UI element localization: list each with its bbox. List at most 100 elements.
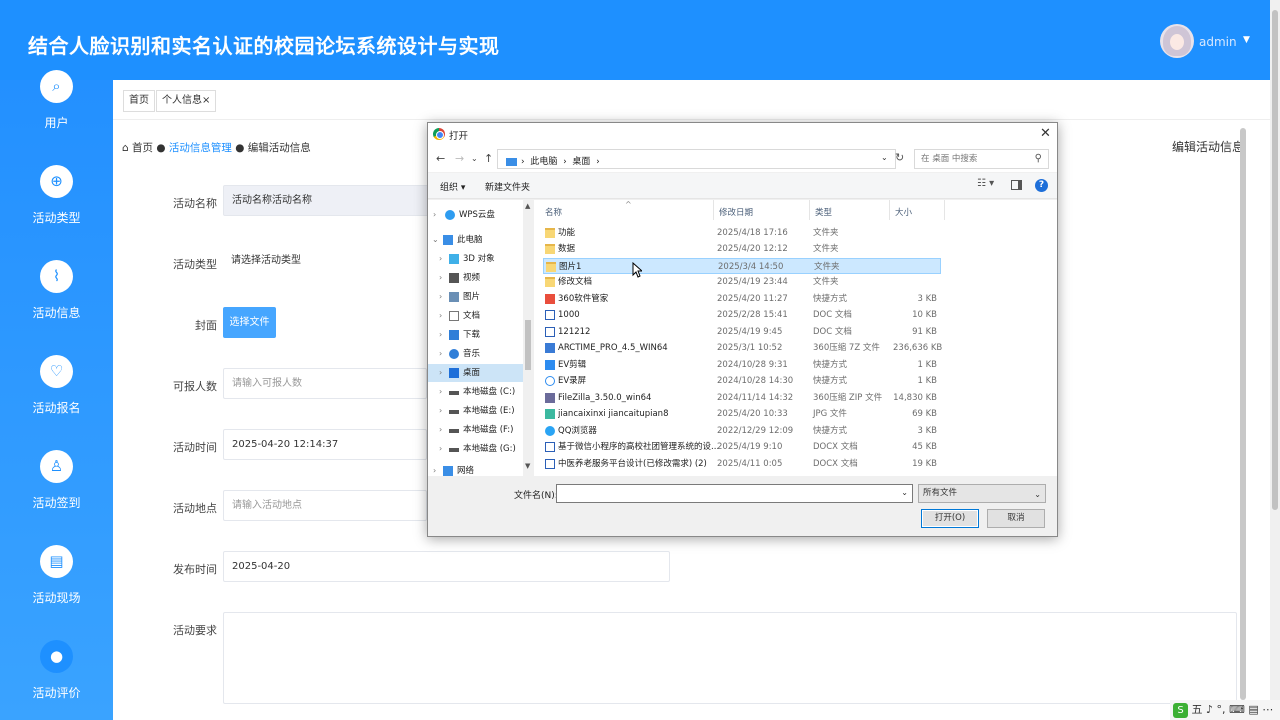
file-row[interactable]: EV录屏 2024/10/28 14:30 快捷方式 1 KB	[543, 373, 941, 389]
activity-time-input[interactable]: 2025-04-20 12:14:37	[223, 429, 427, 460]
preview-pane-icon[interactable]	[1011, 180, 1022, 190]
drive-icon	[449, 448, 459, 452]
sidebar-item-activity-scene[interactable]: ▤ 活动现场	[0, 535, 113, 625]
search-input[interactable]: 在 桌面 中搜索 ⚲	[914, 149, 1049, 169]
breadcrumb-section[interactable]: 活动信息管理	[169, 142, 232, 154]
sidebar-item-label: 活动评价	[32, 686, 81, 700]
file-row[interactable]: EV剪辑 2024/10/28 9:31 快捷方式 1 KB	[543, 357, 941, 373]
help-icon[interactable]: ?	[1035, 179, 1048, 192]
location-input[interactable]: 请输入活动地点	[223, 490, 427, 521]
column-name[interactable]: 名称	[545, 206, 562, 218]
column-type[interactable]: 类型	[815, 206, 832, 218]
file-row-selected[interactable]: 图片1 2025/3/4 14:50 文件夹	[543, 258, 941, 274]
tree-item-wps[interactable]: › WPS云盘	[428, 206, 523, 224]
sidebar-item-label: 活动报名	[32, 401, 81, 415]
video-icon	[449, 273, 459, 283]
file-row[interactable]: 数据 2025/4/20 12:12 文件夹	[543, 241, 941, 257]
doc-icon	[545, 310, 555, 320]
view-options-icon[interactable]: ☷ ▾	[977, 178, 994, 189]
publish-time-input[interactable]: 2025-04-20	[223, 551, 670, 582]
sidebar-item-activity-info[interactable]: ⌇ 活动信息	[0, 250, 113, 340]
tree-item-documents[interactable]: › 文档	[428, 307, 523, 325]
app-title: 结合人脸识别和实名认证的校园论坛系统设计与实现	[28, 34, 500, 58]
chevron-down-icon[interactable]: ⌄	[901, 488, 908, 497]
breadcrumb: ⌂ 首页 ● 活动信息管理 ● 编辑活动信息	[122, 140, 311, 155]
tree-item-desktop[interactable]: › 桌面	[428, 364, 523, 382]
tree-item-3d[interactable]: › 3D 对象	[428, 250, 523, 268]
open-button[interactable]: 打开(O)	[921, 509, 979, 528]
sidebar-item-activity-review[interactable]: ● 活动评价	[0, 630, 113, 720]
tree-item-pictures[interactable]: › 图片	[428, 288, 523, 306]
file-row[interactable]: 360软件管家 2025/4/20 11:27 快捷方式 3 KB	[543, 291, 941, 307]
filename-label: 文件名(N):	[514, 491, 558, 501]
drive-icon	[449, 410, 459, 414]
new-folder-button[interactable]: 新建文件夹	[485, 180, 530, 193]
ime-toolbar[interactable]: S 五 ♪ °, ⌨ ▤ ⋯	[1170, 700, 1280, 720]
tree-item-drive-e[interactable]: › 本地磁盘 (E:)	[428, 402, 523, 420]
breadcrumb-home[interactable]: 首页	[132, 142, 153, 154]
home-icon[interactable]: ⌂	[122, 142, 129, 154]
tree-item-drive-c[interactable]: › 本地磁盘 (C:)	[428, 383, 523, 401]
tree-item-downloads[interactable]: › 下载	[428, 326, 523, 344]
file-row[interactable]: 中医养老服务平台设计(已修改需求) (2) 2025/4/11 0:05 DOCX …	[543, 456, 941, 472]
filetype-select[interactable]: 所有文件 ⌄	[918, 484, 1046, 503]
chevron-down-icon[interactable]: ⌄	[881, 153, 888, 162]
requirement-textarea[interactable]	[223, 612, 1237, 704]
file-row[interactable]: 修改文档 2025/4/19 23:44 文件夹	[543, 274, 941, 290]
docx-icon	[545, 442, 555, 452]
tree-scrollbar[interactable]: ▲ ▼	[523, 200, 533, 476]
tree-item-drive-f[interactable]: › 本地磁盘 (F:)	[428, 421, 523, 439]
sidebar-item-activity-type[interactable]: ⊕ 活动类型	[0, 155, 113, 245]
column-date[interactable]: 修改日期	[719, 206, 753, 218]
file-row[interactable]: QQ浏览器 2022/12/29 12:09 快捷方式 3 KB	[543, 423, 941, 439]
file-row[interactable]: 功能 2025/4/18 17:16 文件夹	[543, 225, 941, 241]
organize-button[interactable]: 组织 ▾	[440, 180, 465, 193]
cancel-button[interactable]: 取消	[987, 509, 1045, 528]
comment-icon: ●	[40, 640, 73, 673]
window-scrollbar[interactable]	[1270, 0, 1280, 720]
column-size[interactable]: 大小	[895, 206, 912, 218]
address-root[interactable]: 此电脑	[530, 157, 557, 167]
choose-file-button[interactable]: 选择文件	[223, 307, 276, 338]
tree-item-music[interactable]: › 音乐	[428, 345, 523, 363]
file-row[interactable]: ARCTIME_PRO_4.5_WIN64 2025/3/1 10:52 360压缩…	[543, 340, 942, 356]
field-label: 活动类型	[173, 258, 217, 271]
forward-icon[interactable]: →	[455, 152, 464, 165]
sidebar-item-activity-signup[interactable]: ♡ 活动报名	[0, 345, 113, 435]
tree-item-this-pc[interactable]: ⌄ 此电脑	[428, 231, 523, 249]
app-shortcut-icon	[545, 426, 555, 436]
sidebar-item-label: 活动现场	[32, 591, 81, 605]
folder-icon	[545, 277, 555, 287]
up-icon[interactable]: ↑	[484, 152, 493, 165]
field-label: 可报人数	[173, 380, 217, 393]
search-placeholder: 在 桌面 中搜索	[921, 154, 978, 164]
content-scrollbar[interactable]	[1240, 128, 1246, 700]
history-dropdown-icon[interactable]: ⌄	[471, 154, 478, 163]
refresh-icon[interactable]: ↻	[895, 151, 904, 164]
file-row[interactable]: 121212 2025/4/19 9:45 DOC 文档 91 KB	[543, 324, 941, 340]
sidebar-item-user[interactable]: ⌕ 用户	[0, 60, 113, 150]
document-icon: ▤	[40, 545, 73, 578]
archive-icon	[545, 343, 555, 353]
back-icon[interactable]: ←	[436, 152, 445, 165]
tab-home[interactable]: 首页	[123, 90, 155, 112]
close-icon[interactable]: ×	[202, 95, 210, 106]
tree-item-drive-g[interactable]: › 本地磁盘 (G:)	[428, 440, 523, 458]
tab-profile[interactable]: 个人信息×	[156, 90, 217, 112]
activity-type-select[interactable]: 请选择活动类型	[223, 246, 423, 277]
filename-input[interactable]: ⌄	[556, 484, 913, 503]
file-row[interactable]: 1000 2025/2/28 15:41 DOC 文档 10 KB	[543, 307, 941, 323]
field-label: 发布时间	[173, 563, 217, 576]
user-name[interactable]: admin	[1199, 35, 1237, 49]
file-row[interactable]: 基于微信小程序的高校社团管理系统的设... 2025/4/19 9:10 DOCX …	[543, 439, 941, 455]
file-row[interactable]: jiancaixinxi jiancaitupian8 2025/4/20 10:…	[543, 406, 941, 422]
address-bar[interactable]: › 此电脑 › 桌面 › ⌄	[497, 149, 896, 169]
capacity-input[interactable]: 请输入可报人数	[223, 368, 427, 399]
user-menu-caret-icon[interactable]: ▼	[1243, 35, 1250, 45]
user-avatar[interactable]	[1160, 24, 1194, 58]
tree-item-video[interactable]: › 视频	[428, 269, 523, 287]
sidebar-item-activity-checkin[interactable]: ♙ 活动签到	[0, 440, 113, 530]
address-current[interactable]: 桌面	[572, 157, 590, 167]
file-row[interactable]: FileZilla_3.50.0_win64 2024/11/14 14:32 36…	[543, 390, 941, 406]
close-icon[interactable]: ✕	[1040, 126, 1051, 141]
